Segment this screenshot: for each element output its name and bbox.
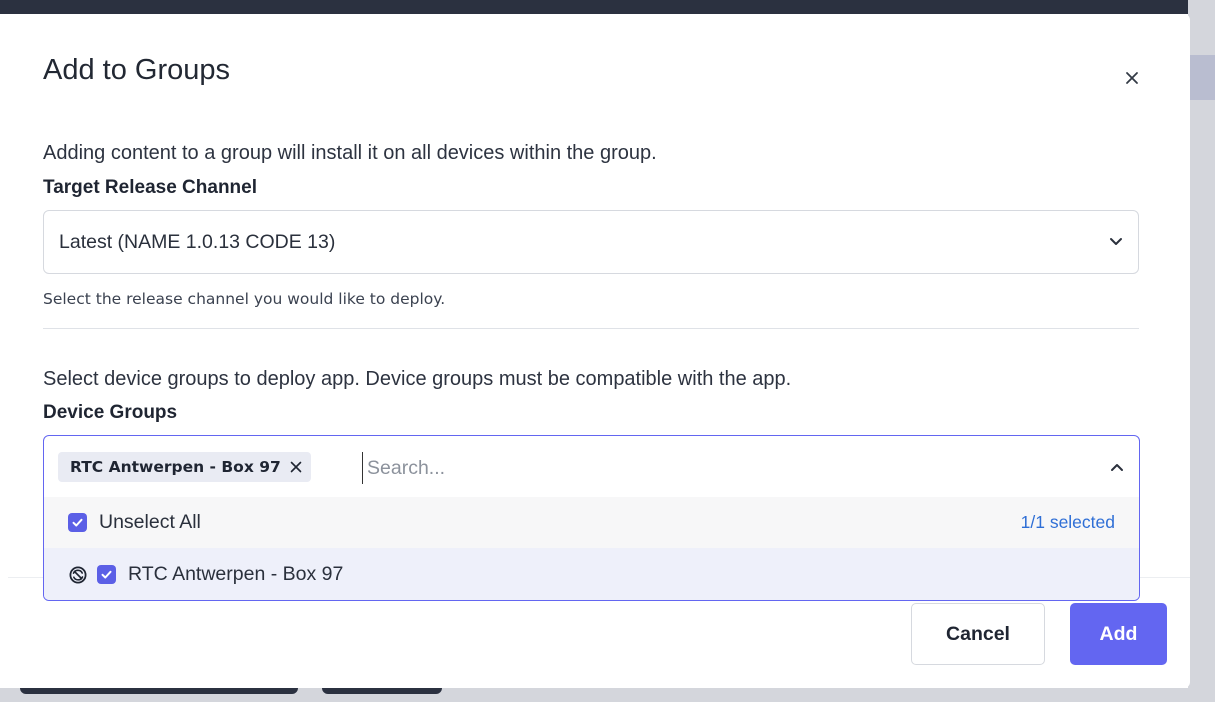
add-to-groups-modal: Add to Groups Adding content to a group … <box>8 14 1190 688</box>
backdrop-bottom <box>0 688 1215 702</box>
modal-title: Add to Groups <box>43 54 230 86</box>
close-button[interactable] <box>1120 66 1144 90</box>
selected-group-chip: RTC Antwerpen - Box 97 <box>58 452 311 482</box>
backdrop-button-shape <box>322 688 442 694</box>
checkbox-checked-icon[interactable] <box>68 513 87 532</box>
device-groups-search-input[interactable] <box>362 452 1049 484</box>
backdrop-right <box>1188 0 1215 702</box>
multiselect-header: RTC Antwerpen - Box 97 <box>44 436 1139 497</box>
chevron-up-icon[interactable] <box>1109 460 1125 476</box>
selected-count: 1/1 selected <box>1020 512 1115 532</box>
backdrop-band <box>1188 55 1215 100</box>
backdrop-top <box>0 0 1215 14</box>
unselect-all-label: Unselect All <box>99 511 201 533</box>
sync-disabled-icon <box>69 566 87 583</box>
device-groups-multiselect[interactable]: RTC Antwerpen - Box 97 Unselect All 1/1 … <box>43 435 1140 601</box>
backdrop-button-shape <box>20 688 298 694</box>
release-channel-label: Target Release Channel <box>43 177 258 198</box>
device-group-option-label: RTC Antwerpen - Box 97 <box>128 563 344 585</box>
release-channel-value: Latest (NAME 1.0.13 CODE 13) <box>59 230 336 253</box>
remove-chip-icon <box>290 461 302 473</box>
close-icon <box>1126 72 1138 84</box>
device-group-option[interactable]: RTC Antwerpen - Box 97 <box>44 548 1139 600</box>
release-channel-helper: Select the release channel you would lik… <box>43 290 446 308</box>
checkbox-checked-icon[interactable] <box>97 565 116 584</box>
device-groups-description: Select device groups to deploy app. Devi… <box>43 368 792 390</box>
add-button[interactable]: Add <box>1070 603 1167 665</box>
cancel-button[interactable]: Cancel <box>911 603 1045 665</box>
chip-label: RTC Antwerpen - Box 97 <box>70 458 281 476</box>
divider <box>43 328 1139 329</box>
unselect-all-option[interactable]: Unselect All 1/1 selected <box>44 497 1139 548</box>
remove-chip-button[interactable] <box>289 460 303 474</box>
chevron-down-icon <box>1110 238 1122 245</box>
release-channel-select[interactable]: Latest (NAME 1.0.13 CODE 13) <box>43 210 1139 274</box>
device-groups-label: Device Groups <box>43 402 178 423</box>
modal-description: Adding content to a group will install i… <box>43 142 657 164</box>
